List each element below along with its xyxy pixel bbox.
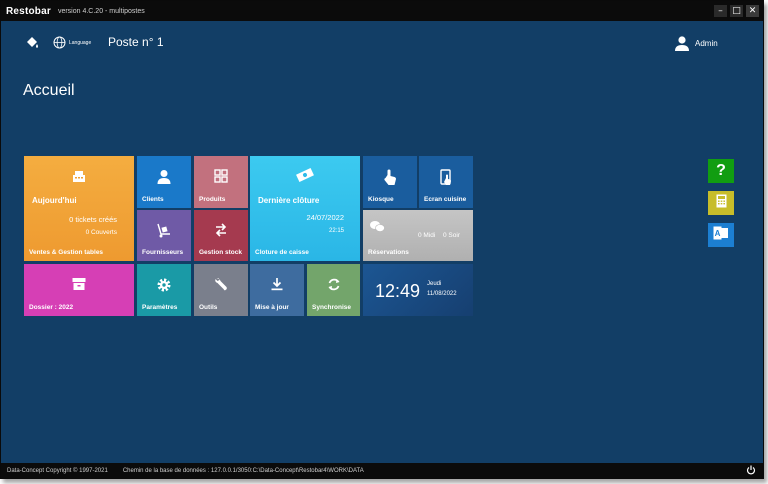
language-label[interactable]: Language <box>69 40 91 46</box>
top-bar: Language Poste n° 1 Admin <box>1 21 763 71</box>
tile-kiosque[interactable]: Kiosque <box>363 156 417 208</box>
tile-ecran-cuisine-label: Ecran cuisine <box>424 196 467 203</box>
outlook-button[interactable]: A <box>708 223 734 247</box>
calculator-button[interactable] <box>708 191 734 215</box>
download-icon <box>270 277 284 296</box>
close-button[interactable]: ✕ <box>746 5 759 17</box>
svg-text:A: A <box>715 229 721 238</box>
tile-synchronise[interactable]: Synchronise <box>307 264 360 316</box>
app-name: Restobar <box>6 5 51 17</box>
tile-dossier-label: Dossier : 2022 <box>29 304 74 311</box>
help-button[interactable]: ? <box>708 159 734 183</box>
hand-truck-icon <box>156 223 172 243</box>
tile-outils-label: Outils <box>199 304 218 311</box>
tile-clients[interactable]: Clients <box>137 156 191 208</box>
admin-user-label[interactable]: Admin <box>695 39 718 48</box>
tile-clients-label: Clients <box>142 196 164 203</box>
cloture-time: 22:15 <box>328 228 344 234</box>
touch-hand-icon <box>383 169 398 191</box>
tile-reservations[interactable]: 0 Midi 0 Soir Réservations <box>363 210 473 261</box>
tile-aujourdhui-title: Aujourd'hui <box>32 196 77 205</box>
tile-cloture-label: Cloture de caisse <box>255 249 309 256</box>
theme-paint-bucket-icon[interactable] <box>25 36 39 55</box>
database-path: Chemin de la base de données : 127.0.0.1… <box>122 467 364 474</box>
sync-icon <box>326 277 341 297</box>
calculator-icon <box>716 194 727 213</box>
cloture-date: 24/07/2022 <box>306 213 344 222</box>
banknote-icon <box>296 167 314 187</box>
user-icon[interactable] <box>674 35 690 56</box>
page-title: Accueil <box>23 82 75 99</box>
outlook-icon: A <box>713 226 729 245</box>
tile-parametres-label: Paramètres <box>142 304 178 311</box>
tile-kiosque-label: Kiosque <box>368 196 394 203</box>
archive-box-icon <box>72 277 87 296</box>
reservation-chat-icon <box>369 220 385 238</box>
tile-synchronise-label: Synchronise <box>312 304 352 311</box>
tile-fournisseurs[interactable]: Fournisseurs <box>137 210 191 261</box>
poste-label: Poste n° 1 <box>108 35 164 49</box>
tile-reservations-label: Réservations <box>368 249 409 256</box>
app-window: Restobar version 4.C.20 - multipostes – … <box>0 0 764 479</box>
tile-derniere-cloture[interactable]: Dernière clôture 24/07/2022 22:15 Clotur… <box>250 156 360 261</box>
tile-produits[interactable]: Produits <box>194 156 248 208</box>
question-mark-icon: ? <box>716 162 726 179</box>
clock-day: Jeudi <box>427 281 442 287</box>
tile-ecran-cuisine[interactable]: Ecran cuisine <box>419 156 473 208</box>
cash-register-icon <box>72 170 86 188</box>
power-icon[interactable] <box>746 465 756 477</box>
tile-clock: 12:49 Jeudi 11/08/2022 <box>363 264 473 316</box>
minimize-button[interactable]: – <box>714 5 727 17</box>
transfer-arrows-icon <box>214 223 228 242</box>
tile-aujourdhui-label: Ventes & Gestion tables <box>29 249 104 256</box>
gear-icon <box>156 277 172 298</box>
grid-icon <box>214 169 228 188</box>
tile-cloture-title: Dernière clôture <box>258 196 320 205</box>
tile-dossier[interactable]: Dossier : 2022 <box>24 264 134 316</box>
tile-outils[interactable]: Outils <box>194 264 248 316</box>
copyright-text: Data-Concept Copyright © 1997-2021 <box>7 467 108 474</box>
tile-parametres[interactable]: Paramètres <box>137 264 191 316</box>
title-bar: Restobar version 4.C.20 - multipostes – … <box>1 1 763 21</box>
maximize-button[interactable]: □ <box>730 5 743 17</box>
reservations-midi: 0 Midi <box>418 232 436 239</box>
globe-icon[interactable] <box>53 36 66 54</box>
tile-produits-label: Produits <box>199 196 226 203</box>
reservations-soir: 0 Soir <box>443 232 460 239</box>
status-bar: Data-Concept Copyright © 1997-2021 Chemi… <box>1 463 763 478</box>
tile-mise-a-jour[interactable]: Mise à jour <box>250 264 304 316</box>
client-person-icon <box>157 169 172 189</box>
mobile-touch-icon <box>439 169 453 191</box>
tile-gestion-stock[interactable]: Gestion stock <box>194 210 248 261</box>
tile-mise-a-jour-label: Mise à jour <box>255 304 289 311</box>
couverts-count: 0 Couverts <box>85 229 117 236</box>
tile-fournisseurs-label: Fournisseurs <box>142 249 184 256</box>
tile-aujourdhui[interactable]: Aujourd'hui 0 tickets créés 0 Couverts V… <box>24 156 134 261</box>
clock-date: 11/08/2022 <box>427 291 457 297</box>
window-controls: – □ ✕ <box>714 5 759 17</box>
wrench-icon <box>214 277 229 297</box>
app-version: version 4.C.20 - multipostes <box>57 7 145 15</box>
tickets-count: 0 tickets créés <box>69 215 117 224</box>
tile-gestion-stock-label: Gestion stock <box>199 249 242 256</box>
clock-time: 12:49 <box>375 281 421 301</box>
